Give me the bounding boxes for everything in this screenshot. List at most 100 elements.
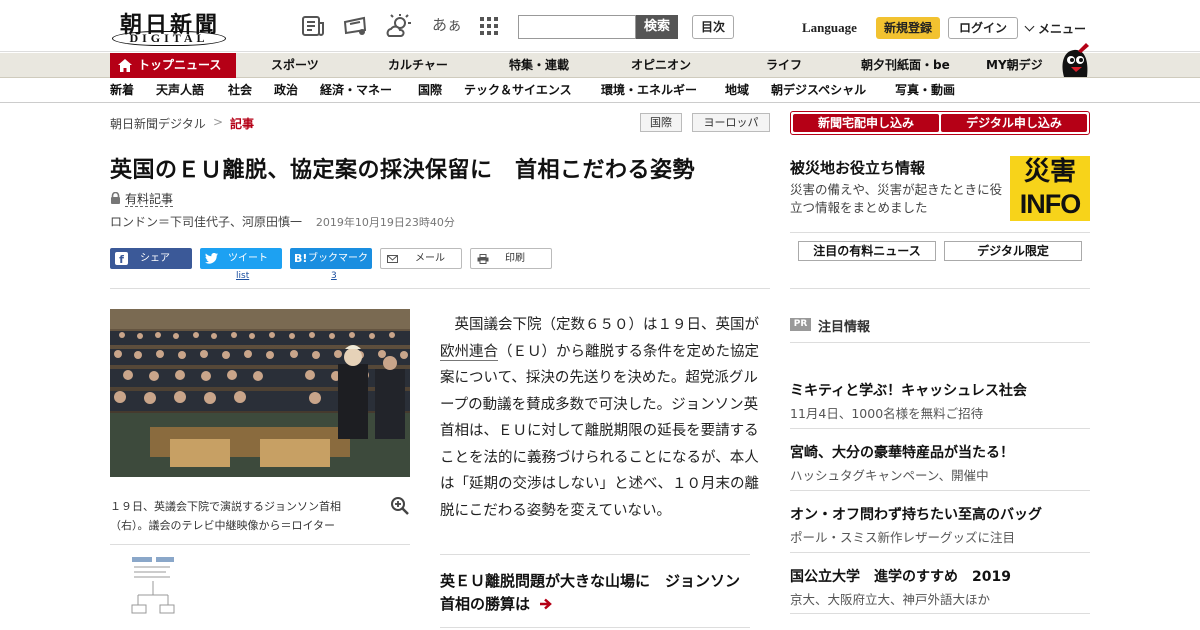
print-button[interactable]: 印刷 xyxy=(470,248,552,269)
pr-item-title[interactable]: オン・オフ問わず持ちたい至高のバッグ xyxy=(790,504,1042,524)
nav-sports[interactable]: スポーツ xyxy=(271,53,319,78)
mail-share-button[interactable]: メール xyxy=(380,248,462,269)
breadcrumb-separator: > xyxy=(213,115,224,129)
nav2-new[interactable]: 新着 xyxy=(110,79,134,102)
delivery-subscribe-button[interactable]: 新聞宅配申し込み xyxy=(793,114,939,132)
pr-item-sub: 11月4日、1000名様を無料ご招待 xyxy=(790,406,984,421)
nav2-environment[interactable]: 環境・エネルギー xyxy=(601,79,697,102)
language-link[interactable]: Language xyxy=(802,20,857,36)
related-article-link[interactable]: 英ＥＵ離脱問題が大きな山場に ジョンソン首相の勝算は xyxy=(440,570,740,616)
grid-menu-icon[interactable] xyxy=(476,14,502,38)
menu-label: メニュー xyxy=(1038,22,1087,36)
breadcrumb-home[interactable]: 朝日新聞デジタル xyxy=(110,115,206,132)
facebook-share-button[interactable]: f シェア xyxy=(110,248,192,269)
arrow-right-icon xyxy=(540,598,553,610)
body-text-1: 英国議会下院（定数６５０）は１９日、英国が xyxy=(454,317,760,333)
pr-item-title[interactable]: 宮崎、大分の豪華特産品が当たる！ xyxy=(790,442,1014,462)
nav2-special[interactable]: 朝デジスペシャル xyxy=(771,79,866,102)
nav2-tech[interactable]: テック＆サイエンス xyxy=(464,79,572,102)
disaster-info-banner[interactable]: 災害 INFO xyxy=(1010,156,1090,221)
nav-paper[interactable]: 朝夕刊紙面・be xyxy=(861,53,950,78)
divider xyxy=(790,552,1090,553)
search-input[interactable] xyxy=(518,15,636,39)
body-text-2: （ＥＵ）から離脱する条件を定めた協定案について、採決の先送りを決めた。超党派グル… xyxy=(440,343,759,519)
menu-button[interactable]: メニュー xyxy=(1024,20,1087,37)
print-icon xyxy=(477,254,489,264)
eu-link[interactable]: 欧州連合 xyxy=(440,343,498,361)
hatena-bookmark-button[interactable]: B! ブックマーク xyxy=(290,248,372,269)
divider xyxy=(790,428,1090,429)
login-button[interactable]: ログイン xyxy=(948,17,1018,39)
search-button[interactable]: 検索 xyxy=(636,15,678,39)
newspaper-icon[interactable] xyxy=(300,14,326,38)
twitter-share-button[interactable]: ツイート xyxy=(200,248,282,269)
primary-nav: トップニュース スポーツ カルチャー 特集・連載 オピニオン ライフ 朝夕刊紙面… xyxy=(0,43,1200,78)
nav-features[interactable]: 特集・連載 xyxy=(509,53,569,78)
disaster-info-desc: 災害の備えや、災害が起きたときに役立つ情報をまとめました xyxy=(790,182,1003,215)
weather-icon[interactable] xyxy=(386,14,412,38)
toc-button[interactable]: 目次 xyxy=(692,15,734,39)
nav2-economy[interactable]: 経済・マネー xyxy=(320,79,392,102)
article-photo[interactable] xyxy=(110,309,410,477)
zoom-icon[interactable] xyxy=(390,496,410,516)
pr-badge: PR xyxy=(790,318,811,331)
nav2-society[interactable]: 社会 xyxy=(228,79,252,102)
print-label: 印刷 xyxy=(505,253,525,264)
twitter-icon xyxy=(205,253,218,264)
subscription-buttons: 新聞宅配申し込み デジタル申し込み xyxy=(790,111,1090,135)
twitter-share-label: ツイート xyxy=(228,253,268,264)
paid-article-text: 有料記事 xyxy=(125,192,174,207)
secondary-nav: 新着 天声人語 社会 政治 経済・マネー 国際 テック＆サイエンス 環境・エネル… xyxy=(0,79,1200,103)
logo-digital[interactable]: DIGITAL xyxy=(112,31,226,46)
digital-subscribe-button[interactable]: デジタル申し込み xyxy=(941,114,1087,132)
parliament-photo xyxy=(110,309,410,477)
pr-item-title[interactable]: 国公立大学 進学のすすめ 2019 xyxy=(790,566,1011,586)
nav2-photo-video[interactable]: 写真・動画 xyxy=(895,79,955,102)
breadcrumb-current: 記事 xyxy=(230,117,255,131)
hatena-bookmark-label: ブックマーク xyxy=(308,253,368,264)
digital-only-button[interactable]: デジタル限定 xyxy=(944,241,1082,261)
mail-share-label: メール xyxy=(415,253,445,264)
nav-my-asadigi[interactable]: MY朝デジ xyxy=(986,53,1043,78)
disaster-banner-bottom: INFO xyxy=(1019,189,1082,219)
pr-item-sub: 京大、大阪府立大、神戸外語大ほか xyxy=(790,592,991,607)
lock-icon xyxy=(111,191,120,204)
divider xyxy=(790,288,1090,289)
home-icon xyxy=(118,59,132,72)
shop-icon[interactable] xyxy=(342,14,368,38)
nav-culture[interactable]: カルチャー xyxy=(388,53,448,78)
related-article-title: 英ＥＵ離脱問題が大きな山場に ジョンソン首相の勝算は xyxy=(440,572,741,613)
nav2-politics[interactable]: 政治 xyxy=(274,79,298,102)
tag-europe[interactable]: ヨーロッパ xyxy=(692,113,770,132)
divider xyxy=(110,544,410,545)
nav2-region[interactable]: 地域 xyxy=(725,79,749,102)
paid-article-label: 有料記事 xyxy=(110,190,174,207)
nav2-international[interactable]: 国際 xyxy=(418,79,442,102)
divider xyxy=(790,613,1090,614)
diagram-thumbnail[interactable] xyxy=(130,555,176,615)
chevron-down-icon xyxy=(1024,21,1035,32)
disaster-info-title[interactable]: 被災地お役立ち情報 xyxy=(790,157,925,178)
divider xyxy=(440,554,750,555)
twitter-count[interactable]: list xyxy=(236,271,249,281)
disaster-banner-top: 災害 xyxy=(1023,157,1076,187)
pr-item-sub: ハッシュタグキャンペーン、開催中 xyxy=(790,468,989,483)
paid-news-button[interactable]: 注目の有料ニュース xyxy=(798,241,936,261)
photo-caption: １９日、英議会下院で演説するジョンソン首相（右）。議会のテレビ中継映像から＝ロイ… xyxy=(110,500,341,532)
nav-life[interactable]: ライフ xyxy=(766,53,802,78)
nav2-tensei[interactable]: 天声人語 xyxy=(156,79,204,102)
register-button[interactable]: 新規登録 xyxy=(876,17,940,39)
tag-international[interactable]: 国際 xyxy=(640,113,682,132)
hatena-count[interactable]: 3 xyxy=(331,271,337,281)
facebook-share-label: シェア xyxy=(140,253,170,264)
top-header: 朝日新聞 DIGITAL あぁ 検索 目次 Language 新規登録 ログイン… xyxy=(0,0,1200,52)
font-size-icon[interactable]: あぁ xyxy=(432,14,462,35)
divider xyxy=(440,627,750,628)
divider xyxy=(790,490,1090,491)
pr-item-sub: ポール・スミス新作レザーグッズに注目 xyxy=(790,530,1016,545)
pr-item-title[interactable]: ミキティと学ぶ！キャッシュレス社会 xyxy=(790,380,1027,400)
nav-top-news[interactable]: トップニュース xyxy=(110,53,236,78)
publish-timestamp: 2019年10月19日23時40分 xyxy=(315,216,455,229)
nav-opinion[interactable]: オピニオン xyxy=(631,53,691,78)
divider xyxy=(790,342,1090,343)
